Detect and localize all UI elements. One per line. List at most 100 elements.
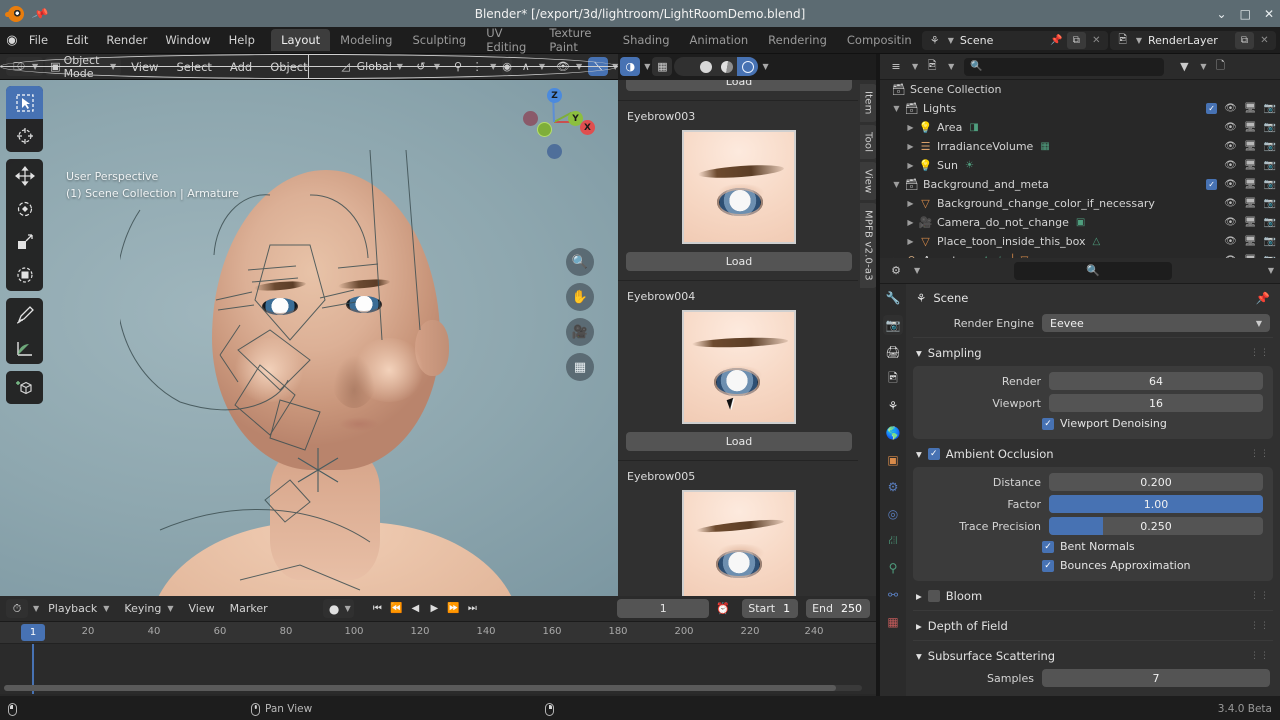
timeline-scrollbar[interactable] [4, 685, 862, 691]
tab-object-constraints[interactable]: ⛜ [883, 531, 903, 551]
disclosure-triangle-icon[interactable]: ▶ [904, 199, 917, 208]
subsurface-scattering-panel-header[interactable]: ▾ Subsurface Scattering ⋮⋮ [906, 645, 1280, 667]
disable-viewport-icon[interactable]: 🖥 [1244, 217, 1257, 228]
ortho-perspective-icon[interactable]: ▦ [566, 353, 594, 381]
disclosure-triangle-icon[interactable]: ▶ [904, 161, 917, 170]
current-frame-field[interactable]: 1 [617, 599, 709, 618]
pin-scene-icon[interactable]: 📌 [1047, 32, 1066, 49]
gizmo-axis-neg-y[interactable] [523, 111, 538, 126]
new-viewlayer-icon[interactable]: ⧉ [1235, 32, 1254, 49]
disclosure-triangle-icon[interactable]: ▼ [890, 180, 903, 189]
depth-of-field-panel-header[interactable]: ▸ Depth of Field ⋮⋮ [906, 615, 1280, 637]
sampling-viewport-field[interactable]: 16 [1049, 394, 1263, 412]
gizmo-axis-z[interactable]: Z [547, 88, 562, 103]
timeline-menu-marker[interactable]: Marker [224, 599, 274, 618]
tab-armature-data[interactable]: ⚲ [883, 558, 903, 578]
viewport-nav-buttons[interactable]: 🔍 ✋ 🎥 ▦ [566, 248, 594, 381]
start-frame-field[interactable]: Start 1 [742, 599, 798, 618]
disclosure-triangle-icon[interactable]: ▶ [904, 123, 917, 132]
menu-help[interactable]: Help [220, 30, 264, 50]
outliner-row-camera[interactable]: ▶ 🎥 Camera_do_not_change ▣ 👁 🖥 📷 [880, 213, 1280, 232]
disable-render-icon[interactable]: 📷 [1264, 179, 1276, 190]
auto-keying-group[interactable]: ● ▼ [323, 599, 354, 618]
camera-view-icon[interactable]: 🎥 [566, 318, 594, 346]
hand-pan-icon[interactable]: ✋ [566, 283, 594, 311]
disable-viewport-icon[interactable]: 🖥 [1244, 103, 1257, 114]
tab-modifiers[interactable]: ⚙ [883, 477, 903, 497]
properties-editor-icon[interactable]: ⚙ [886, 262, 906, 280]
tool-scale[interactable] [6, 225, 43, 258]
sampling-render-field[interactable]: 64 [1049, 372, 1263, 390]
outliner-row-sun[interactable]: ▶ 💡 Sun ☀ 👁 🖥 📷 [880, 156, 1280, 175]
tab-output[interactable]: 🖨 [883, 342, 903, 362]
outliner-search-input[interactable]: 🔍 [964, 58, 1164, 76]
blender-menu-icon[interactable]: ◉ [4, 33, 20, 48]
load-button-top[interactable]: Load [626, 80, 852, 91]
disable-viewport-icon[interactable]: 🖥 [1244, 236, 1257, 247]
tool-add-cube[interactable] [6, 371, 43, 404]
hide-eye-icon[interactable]: 👁 [1224, 198, 1237, 209]
jump-to-start-icon[interactable]: ⏮ [369, 599, 386, 618]
tab-bone-constraints[interactable]: ⚯ [883, 585, 903, 605]
navigation-gizmo[interactable]: Z Y X [518, 86, 590, 158]
tool-annotate[interactable] [6, 298, 43, 331]
playhead-marker[interactable]: 1 [21, 624, 45, 641]
shading-wireframe-button[interactable] [674, 57, 695, 76]
disable-render-icon[interactable]: 📷 [1264, 198, 1276, 209]
workspace-tab-uv-editing[interactable]: UV Editing [476, 22, 539, 58]
shading-material-button[interactable] [716, 57, 737, 76]
sidebar-tab-mpfb[interactable]: MPFB v2.0-a3 [860, 203, 877, 288]
collection-checkbox[interactable]: ✓ [1206, 179, 1217, 190]
collection-checkbox[interactable]: ✓ [1206, 103, 1217, 114]
hide-eye-icon[interactable]: 👁 [1224, 141, 1237, 152]
ao-trace-precision-slider[interactable]: 0.250 [1049, 517, 1263, 535]
tab-physics[interactable]: ◎ [883, 504, 903, 524]
shading-mode-group[interactable] [674, 57, 758, 76]
record-icon[interactable]: ● [326, 602, 343, 616]
menu-render[interactable]: Render [97, 30, 156, 50]
new-collection-icon[interactable]: 🗋 [1210, 58, 1230, 76]
menu-edit[interactable]: Edit [57, 30, 97, 50]
ao-factor-slider[interactable]: 1.00 [1049, 495, 1263, 513]
viewport-denoising-checkbox[interactable]: ✓ [1042, 418, 1054, 430]
disable-render-icon[interactable]: 📷 [1264, 236, 1276, 247]
eyebrow-thumbnail-003[interactable] [682, 130, 796, 244]
sampling-panel-header[interactable]: ▾ Sampling ⋮⋮ [906, 342, 1280, 364]
disable-render-icon[interactable]: 📷 [1264, 160, 1276, 171]
outliner-row-area[interactable]: ▶ 💡 Area ◨ 👁 🖥 📷 [880, 118, 1280, 137]
new-scene-icon[interactable]: ⧉ [1067, 32, 1086, 49]
bounces-approximation-row[interactable]: ✓ Bounces Approximation [913, 556, 1273, 575]
load-button-004[interactable]: Load [626, 432, 852, 451]
end-frame-field[interactable]: End 250 [806, 599, 870, 618]
timeline-menu-keying[interactable]: Keying ▼ [118, 599, 179, 618]
disable-viewport-icon[interactable]: 🖥 [1244, 141, 1257, 152]
workspace-tab-rendering[interactable]: Rendering [758, 29, 837, 51]
scene-selector[interactable]: ⚘ ▼ Scene 📌 ⧉ ✕ [922, 31, 1108, 50]
bloom-checkbox[interactable] [928, 590, 940, 602]
outliner-editor-icon[interactable]: ≡ [886, 58, 906, 76]
tool-select-box[interactable] [6, 86, 43, 119]
play-icon[interactable]: ▶ [426, 599, 443, 618]
outliner-row-background-and-meta[interactable]: ▼ 🗃 Background_and_meta ✓ 👁 🖥 📷 [880, 175, 1280, 194]
bloom-panel-header[interactable]: ▸ Bloom ⋮⋮ [906, 585, 1280, 607]
gizmo-axis-neg-x[interactable] [537, 122, 552, 137]
tab-tool[interactable]: 🔧 [883, 288, 903, 308]
hide-eye-icon[interactable]: 👁 [1224, 103, 1237, 114]
workspace-tab-texture-paint[interactable]: Texture Paint [539, 22, 612, 58]
menu-window[interactable]: Window [156, 30, 219, 50]
outliner-row-armature[interactable]: ▶ ⚲ Armature ★ ☆ ├ ▽ 👁 🖥 📷 [880, 251, 1280, 258]
disable-viewport-icon[interactable]: 🖥 [1244, 179, 1257, 190]
timeline-menu-view[interactable]: View [183, 599, 221, 618]
outliner-row-place-toon-box[interactable]: ▶ ▽ Place_toon_inside_this_box △ 👁 🖥 📷 [880, 232, 1280, 251]
ambient-occlusion-panel-header[interactable]: ▾ ✓ Ambient Occlusion ⋮⋮ [906, 443, 1280, 465]
disable-render-icon[interactable]: 📷 [1264, 103, 1276, 114]
hide-eye-icon[interactable]: 👁 [1224, 217, 1237, 228]
filter-icon[interactable]: ▼ [1174, 58, 1194, 76]
chevron-down-icon[interactable]: ▼ [1268, 266, 1274, 275]
hide-eye-icon[interactable]: 👁 [1224, 160, 1237, 171]
outliner-row-background-change-color[interactable]: ▶ ▽ Background_change_color_if_necessary… [880, 194, 1280, 213]
delete-scene-icon[interactable]: ✕ [1087, 32, 1106, 49]
zoom-icon[interactable]: 🔍 [566, 248, 594, 276]
outliner-row-irradiancevolume[interactable]: ▶ ☰ IrradianceVolume ▦ 👁 🖥 📷 [880, 137, 1280, 156]
gizmo-axis-neg-z[interactable] [547, 144, 562, 159]
